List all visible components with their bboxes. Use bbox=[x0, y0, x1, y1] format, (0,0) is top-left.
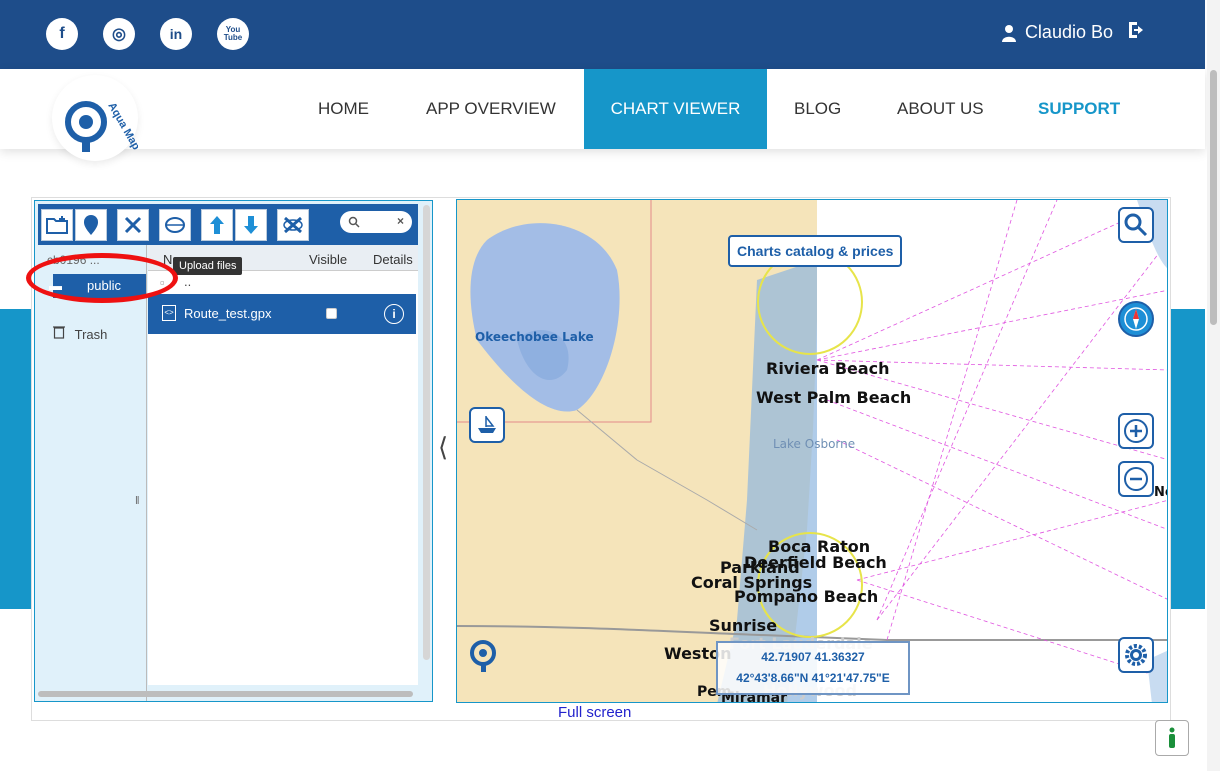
file-manager-toolbar: × bbox=[38, 204, 418, 245]
label-riviera: Riviera Beach bbox=[766, 359, 890, 378]
full-screen-link[interactable]: Full screen bbox=[558, 704, 631, 721]
label-pompano: Pompano Beach bbox=[734, 587, 879, 606]
map-search-icon[interactable] bbox=[1118, 207, 1154, 243]
hide-all-icon[interactable] bbox=[277, 209, 309, 241]
map-graphic bbox=[457, 200, 1167, 702]
top-bar: f ◎ in You Tube Claudio Bo bbox=[0, 0, 1205, 69]
map-logo bbox=[464, 627, 512, 675]
download-icon[interactable] bbox=[235, 209, 267, 241]
coordinates-readout: 42.71907 41.36327 42°43'8.66"N 41°21'47.… bbox=[716, 641, 910, 695]
aqua-map-logo[interactable]: Aqua Map bbox=[52, 75, 142, 161]
tree-resize-handle[interactable]: ‖ bbox=[135, 495, 140, 507]
nav-home[interactable]: HOME bbox=[318, 69, 369, 149]
upload-icon[interactable] bbox=[201, 209, 233, 241]
column-visible[interactable]: Visible bbox=[309, 252, 347, 267]
settings-gear-icon[interactable] bbox=[1118, 637, 1154, 673]
route-icon[interactable] bbox=[159, 209, 191, 241]
compass-icon[interactable] bbox=[1118, 301, 1154, 337]
label-west-palm: West Palm Beach bbox=[756, 388, 912, 407]
background-band-left bbox=[0, 309, 35, 609]
coords-dms: 42°43'8.66"N 41°21'47.75"E bbox=[736, 671, 890, 685]
coords-decimal: 42.71907 41.36327 bbox=[761, 650, 865, 664]
label-okeechobee: Okeechobee Lake bbox=[475, 330, 594, 344]
user-menu[interactable]: Claudio Bo bbox=[1001, 22, 1113, 43]
trash-icon bbox=[53, 326, 65, 339]
user-icon bbox=[1001, 24, 1016, 42]
user-name: Claudio Bo bbox=[1024, 22, 1113, 42]
folder-tree: cb0196 ... ▬ public Trash ‖ bbox=[35, 245, 147, 701]
file-search-input[interactable]: × bbox=[340, 211, 412, 233]
column-details[interactable]: Details bbox=[373, 252, 413, 267]
logout-icon[interactable] bbox=[1127, 20, 1149, 46]
file-manager-scrollbar[interactable] bbox=[423, 205, 430, 660]
boat-mode-icon[interactable] bbox=[469, 407, 505, 443]
logo-text: Aqua Map bbox=[105, 101, 138, 153]
instagram-icon[interactable]: ◎ bbox=[103, 18, 135, 50]
new-folder-icon[interactable] bbox=[41, 209, 73, 241]
zoom-out-icon[interactable] bbox=[1118, 461, 1154, 497]
nav-app-overview[interactable]: APP OVERVIEW bbox=[426, 69, 556, 149]
parent-directory-row[interactable]: ▫ .. bbox=[148, 273, 418, 293]
background-band-right bbox=[1170, 309, 1205, 609]
chart-map[interactable]: Charts catalog & prices Okeechobee Lake … bbox=[456, 199, 1168, 703]
zoom-in-icon[interactable] bbox=[1118, 413, 1154, 449]
file-row[interactable]: <> Route_test.gpx i bbox=[148, 294, 416, 334]
file-name: Route_test.gpx bbox=[184, 306, 272, 321]
info-icon[interactable]: i bbox=[384, 304, 404, 324]
nav-about-us[interactable]: ABOUT US bbox=[897, 69, 984, 149]
label-lake-osborne: Lake Osborne bbox=[773, 437, 856, 451]
search-icon bbox=[348, 216, 360, 228]
label-no: No bbox=[1154, 485, 1167, 500]
nav-support[interactable]: SUPPORT bbox=[1038, 69, 1120, 149]
add-marker-icon[interactable] bbox=[75, 209, 107, 241]
collapse-panel-icon[interactable]: ⟨ bbox=[438, 432, 448, 463]
nav-blog[interactable]: BLOG bbox=[794, 69, 841, 149]
charts-catalog-button[interactable]: Charts catalog & prices bbox=[728, 235, 903, 267]
trash-label: Trash bbox=[74, 327, 108, 342]
page-scrollbar-thumb[interactable] bbox=[1210, 70, 1217, 325]
highlight-annotation bbox=[26, 253, 178, 303]
visible-checkbox[interactable] bbox=[326, 308, 337, 319]
linkedin-icon[interactable]: in bbox=[160, 18, 192, 50]
tree-trash[interactable]: Trash bbox=[53, 325, 107, 342]
delete-icon[interactable] bbox=[117, 209, 149, 241]
clear-search-icon[interactable]: × bbox=[397, 214, 404, 228]
gpx-file-icon: <> bbox=[162, 305, 176, 321]
file-list: Name Visible Details ▫ .. <> Route_test.… bbox=[148, 245, 418, 685]
nav-chart-viewer[interactable]: CHART VIEWER bbox=[584, 69, 767, 149]
label-sunrise: Sunrise bbox=[709, 616, 778, 635]
main-nav: Aqua Map HOME APP OVERVIEW CHART VIEWER … bbox=[0, 69, 1205, 161]
facebook-icon[interactable]: f bbox=[46, 18, 78, 50]
youtube-icon[interactable]: You Tube bbox=[217, 18, 249, 50]
parent-directory-label: .. bbox=[184, 274, 192, 289]
upload-tooltip: Upload files bbox=[173, 257, 243, 275]
file-manager-hscroll[interactable] bbox=[38, 691, 413, 697]
accessibility-icon[interactable] bbox=[1155, 720, 1189, 756]
